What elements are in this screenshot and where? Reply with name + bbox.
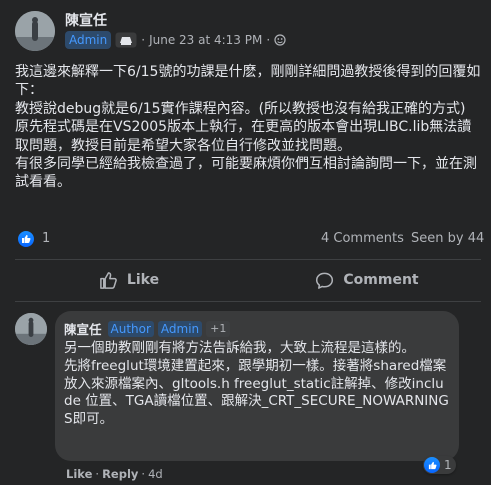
comments-count[interactable]: 4 Comments [321,231,404,246]
comment-author-avatar[interactable] [15,313,47,345]
post-author-name[interactable]: 陳宣任 [65,10,107,30]
comment-author-name[interactable]: 陳宣任 [64,319,102,338]
comment-reaction-count: 1 [444,458,452,472]
comment-actions: Like · Reply · 4d [66,467,163,481]
avatar-photo [15,313,47,345]
meta-separator: · [141,33,146,47]
post-paragraph: 我這邊來解釋一下6/15號的功課是什麽，剛剛詳細問過教授後得到的回覆如下： [15,64,481,99]
comment-age[interactable]: 4d [148,467,163,481]
post-author-avatar[interactable] [15,11,55,51]
post-body: 我這邊來解釋一下6/15號的功課是什麽，剛剛詳細問過教授後得到的回覆如下： 教授… [15,63,481,192]
thumbs-up-icon [100,271,117,289]
reaction-count[interactable]: 1 [42,231,50,246]
speech-bubble-icon [316,272,334,289]
post-meta: Admin · June 23 at 4:13 PM · [65,31,290,49]
comment-button[interactable]: Comment [253,263,481,297]
post-paragraph: 教授說debug就是6/15實作課程內容。(所以教授也沒有給我正確的方式) [15,100,466,117]
comment-body: 另一個助教剛剛有將方法告訴給我，大致上流程是這樣的。 先將freeglut環境建… [64,340,452,429]
post-timestamp[interactable]: June 23 at 4:13 PM [149,33,262,47]
thumbs-up-icon [424,457,440,473]
comment-actions-separator: · [95,467,100,481]
author-badge: Author [107,320,154,337]
like-button-label: Like [126,272,160,288]
comment-reply-link[interactable]: Reply [102,467,138,481]
actions-divider [15,259,481,260]
meta-separator-2: · [266,33,271,47]
admin-badge: Admin [157,320,203,337]
comment-header: 陳宣任 Author Admin +1 [64,319,231,338]
admin-badge: Admin [65,31,112,49]
like-button[interactable]: Like [15,263,243,297]
post-paragraph: 有很多同學已經給我檢查過了，可能要麻煩你們互相討論詢問一下，並在測試看看。 [15,156,477,191]
post-paragraph: 原先程式碼是在VS2005版本上執行，在更高的版本會出現LIBC.lib無法讀取… [15,119,472,154]
comments-divider [15,301,481,302]
more-badges-count[interactable]: +1 [206,320,231,337]
comment-like-link[interactable]: Like [66,467,92,481]
seen-by-count[interactable]: Seen by 44 [411,231,484,246]
comment-paragraph: 另一個助教剛剛有將方法告訴給我，大致上流程是這樣的。 [64,340,415,356]
avatar-photo [15,11,55,51]
comment-actions-separator-2: · [141,467,146,481]
reaction-like-icon[interactable] [17,230,35,248]
comment-button-label: Comment [343,272,419,288]
comment-paragraph: 先將freeglut環境建置起來，跟學期初一樣。接著將shared檔案放入來源檔… [64,357,449,428]
comment-reaction-pill[interactable]: 1 [423,456,456,474]
globe-icon [274,34,286,46]
group-icon [115,32,137,48]
